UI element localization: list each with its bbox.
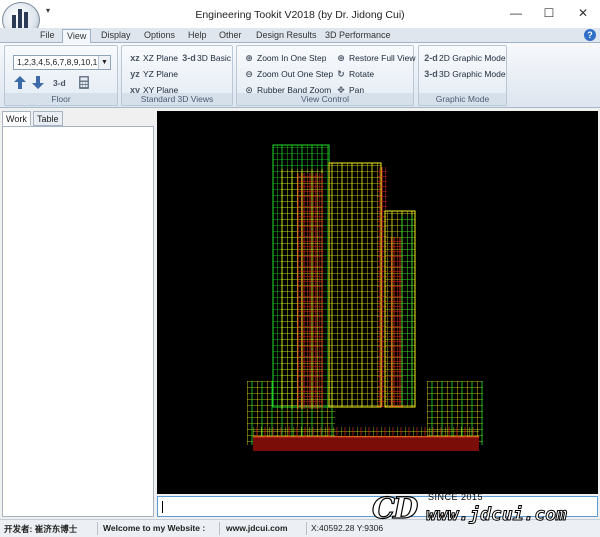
- text-cursor: [162, 501, 163, 513]
- watermark-url: www.jdcui.com: [426, 504, 568, 526]
- yz-plane-icon: yz: [130, 69, 140, 79]
- chevron-down-icon[interactable]: ▼: [98, 56, 110, 69]
- xz-plane-button[interactable]: xz XZ Plane: [128, 51, 178, 65]
- minimize-button[interactable]: —: [505, 4, 527, 22]
- 3d-mode-icon: 3-d: [424, 69, 438, 79]
- status-developer: 开发者: 崔济东博士: [4, 524, 78, 534]
- status-website-link[interactable]: www.jdcui.com: [226, 523, 288, 533]
- zoom-in-icon: ⊕: [245, 53, 253, 63]
- zoom-out-icon: ⊖: [245, 69, 253, 79]
- side-panel-tabs: Work Table: [2, 111, 154, 127]
- ribbon: 1,2,3,4,5,6,7,8,9,10,1 ▼ 3-d Floor xz XZ …: [0, 43, 600, 108]
- tab-3d-performance[interactable]: 3D Performance: [321, 29, 395, 43]
- 2d-mode-icon: 2-d: [424, 53, 438, 63]
- group-floor: 1,2,3,4,5,6,7,8,9,10,1 ▼ 3-d Floor: [4, 45, 118, 106]
- rotate-icon: ↻: [337, 69, 345, 79]
- floor-up-icon[interactable]: [14, 76, 26, 89]
- tab-options[interactable]: Options: [140, 29, 179, 43]
- watermark-since: SINCE 2015: [428, 492, 484, 502]
- building-model-wireframe: [247, 144, 483, 451]
- group-label-floor: Floor: [5, 93, 117, 105]
- tab-design-results[interactable]: Design Results: [252, 29, 321, 43]
- status-separator: [219, 522, 220, 535]
- status-separator: [97, 522, 98, 535]
- group-graphic-mode: 2-d2D Graphic Mode 3-d3D Graphic Mode Gr…: [418, 45, 507, 106]
- group-label-view-control: View Control: [237, 93, 413, 105]
- title-bar: ▾ Engineering Tookit V2018 (by Dr. Jidon…: [0, 0, 600, 38]
- close-button[interactable]: ✕: [572, 4, 594, 22]
- group-standard-3d-views: xz XZ Plane yz YZ Plane xy XY Plane 3-d3D B…: [121, 45, 233, 106]
- yz-plane-button[interactable]: yz YZ Plane: [128, 67, 178, 81]
- floor-select[interactable]: 1,2,3,4,5,6,7,8,9,10,1 ▼: [13, 55, 111, 70]
- tab-display[interactable]: Display: [97, 29, 135, 43]
- xz-plane-icon: xz: [130, 53, 140, 63]
- floor-select-value: 1,2,3,4,5,6,7,8,9,10,1: [17, 57, 98, 67]
- floor-3d-button[interactable]: 3-d: [53, 76, 66, 90]
- floor-down-icon[interactable]: [32, 76, 44, 89]
- ribbon-tabs: File View Display Options Help Other Des…: [0, 28, 600, 43]
- status-welcome: Welcome to my Website :: [103, 523, 206, 533]
- tab-help[interactable]: Help: [184, 29, 211, 43]
- status-separator: [306, 522, 307, 535]
- group-label-standard-3d-views: Standard 3D Views: [122, 93, 232, 105]
- help-icon[interactable]: ?: [584, 29, 596, 41]
- 2d-graphic-mode-button[interactable]: 2-d2D Graphic Mode: [424, 51, 505, 65]
- maximize-button[interactable]: ☐: [538, 4, 560, 22]
- zoom-in-button[interactable]: ⊕ Zoom In One Step: [242, 51, 326, 65]
- restore-full-view-icon: ⊛: [337, 53, 345, 63]
- restore-full-view-button[interactable]: ⊛ Restore Full View: [334, 51, 415, 65]
- group-label-graphic-mode: Graphic Mode: [419, 93, 506, 105]
- group-view-control: ⊕ Zoom In One Step ⊖ Zoom Out One Step ⊙ Ru…: [236, 45, 415, 106]
- tab-work[interactable]: Work: [2, 111, 31, 126]
- zoom-out-button[interactable]: ⊖ Zoom Out One Step: [242, 67, 333, 81]
- calculator-icon[interactable]: [78, 76, 90, 89]
- tab-other[interactable]: Other: [215, 29, 246, 43]
- tab-file[interactable]: File: [36, 29, 59, 43]
- work-tree-panel[interactable]: [2, 126, 154, 517]
- 3d-basic-icon: 3-d: [182, 53, 196, 63]
- watermark-logo: CD: [371, 490, 418, 525]
- site-watermark: CD SINCE 2015 www.jdcui.com: [371, 488, 600, 534]
- rotate-button[interactable]: ↻ Rotate: [334, 67, 374, 81]
- tab-table[interactable]: Table: [33, 111, 63, 126]
- 3d-basic-button[interactable]: 3-d3D Basic: [182, 51, 231, 65]
- tab-view[interactable]: View: [62, 29, 92, 43]
- model-viewport[interactable]: [157, 111, 598, 494]
- 3d-graphic-mode-button[interactable]: 3-d3D Graphic Mode: [424, 67, 505, 81]
